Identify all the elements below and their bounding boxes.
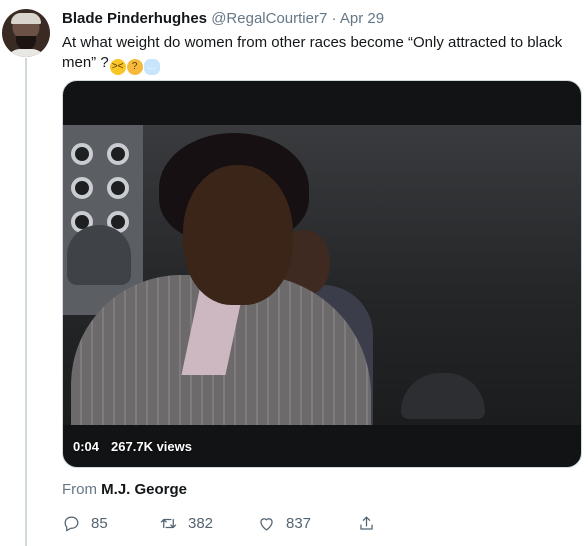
tweet-actions: 85 382 837 [62,510,392,536]
attribution-source[interactable]: M.J. George [101,481,187,498]
tweet-header: Blade Pinderhughes @RegalCourtier7 · Apr… [62,10,384,28]
reply-count: 85 [91,514,108,532]
avatar[interactable] [2,9,50,57]
retweet-count: 382 [188,514,214,532]
thread-line [25,58,27,546]
thinking-face-icon: ? [126,59,143,75]
weary-face-icon: >< [109,59,126,75]
attribution: From M.J. George [62,481,187,498]
author-handle[interactable]: @RegalCourtier7 [211,10,327,27]
author-name[interactable]: Blade Pinderhughes [62,10,207,27]
like-button[interactable]: 837 [257,510,311,536]
retweet-icon [160,518,177,528]
video-frame[interactable] [63,125,581,425]
share-icon [360,516,373,530]
like-count: 837 [286,514,312,532]
reply-icon [64,516,79,531]
video-views: 267.7K views [111,438,192,454]
tweet-text: At what weight do women from other races… [62,33,582,75]
share-button[interactable] [357,510,376,536]
heart-icon [260,517,273,530]
tweet-date[interactable]: Apr 29 [340,10,384,27]
video-player[interactable]: 0:04 267.7K views [62,80,582,468]
attribution-prefix: From [62,481,97,498]
reply-button[interactable]: 85 [62,510,108,536]
video-info-overlay: 0:04 267.7K views [73,435,192,457]
thought-balloon-icon: … [143,59,160,75]
video-duration: 0:04 [73,438,100,454]
retweet-button[interactable]: 382 [159,510,213,536]
meta-separator: · [331,10,337,27]
